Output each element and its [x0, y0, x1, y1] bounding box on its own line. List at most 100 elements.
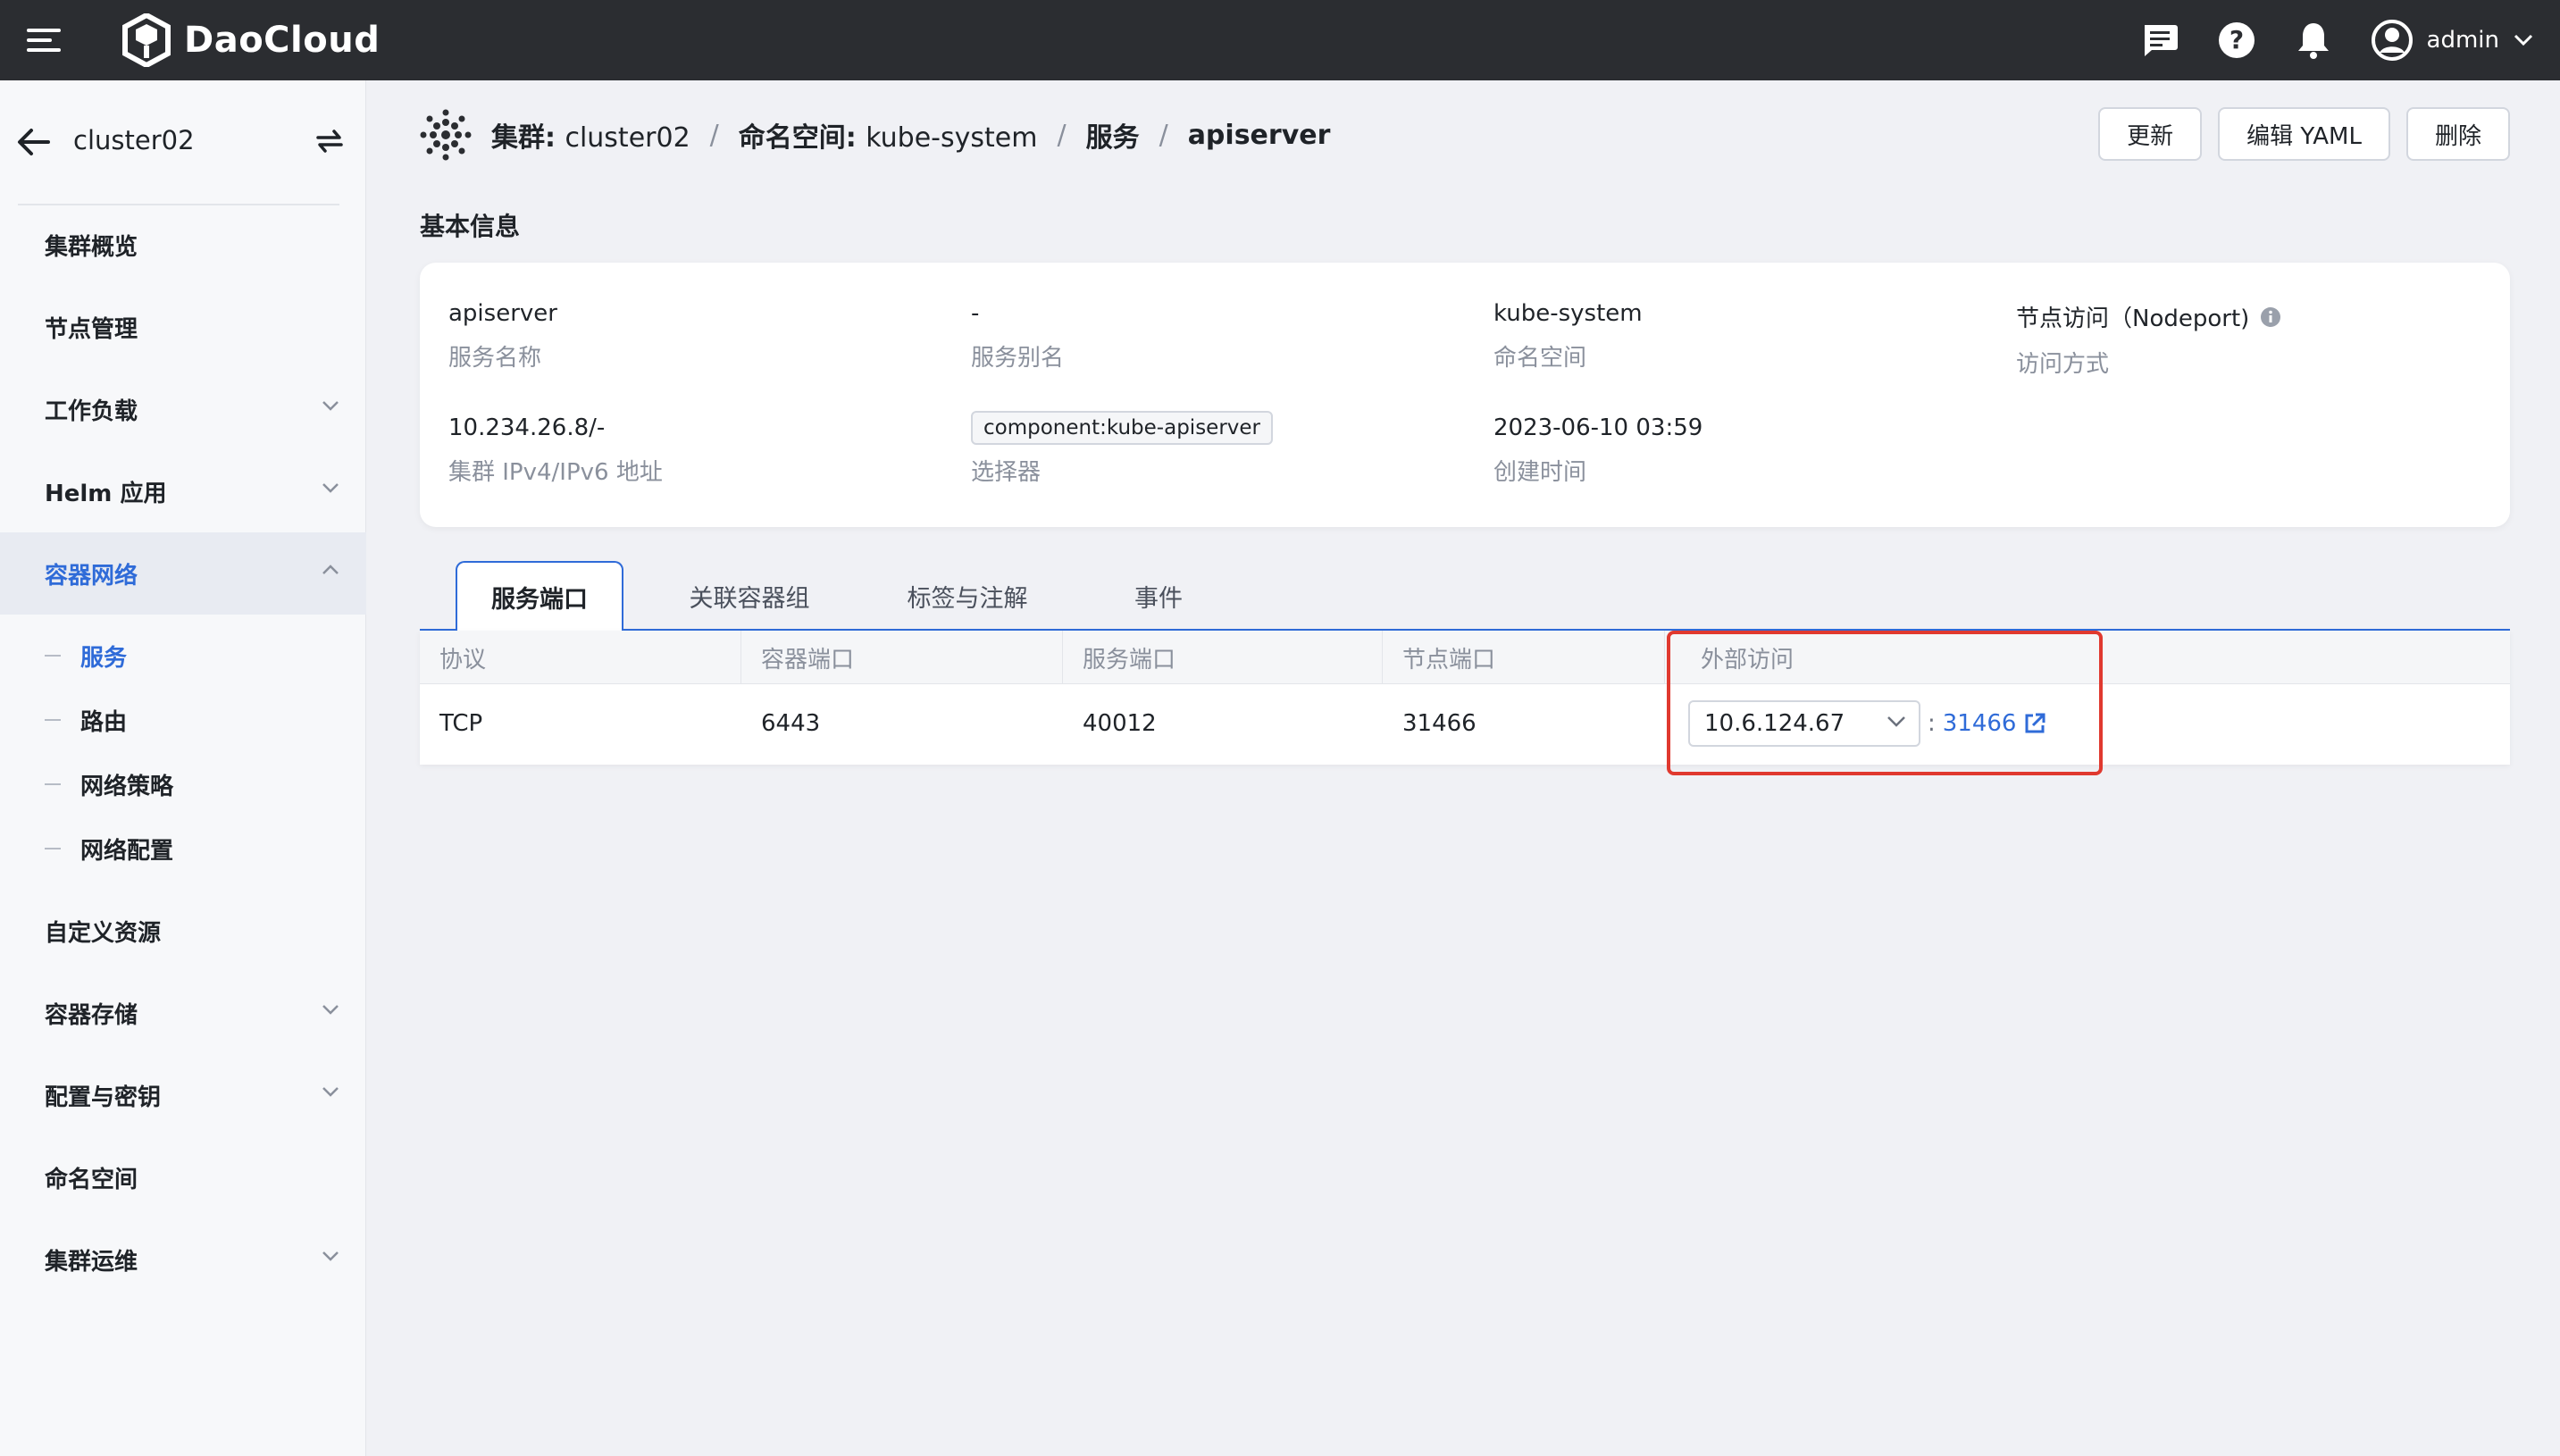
breadcrumb-cluster[interactable]: 集群: cluster02 — [491, 115, 690, 155]
sidebar-subitem-network-policies[interactable]: 网络策略 — [0, 752, 366, 816]
info-created-time: 2023-06-10 03:59 创建时间 — [1493, 414, 1994, 487]
sidebar-item-helm-apps[interactable]: Helm 应用 — [0, 450, 366, 532]
info-label: 命名空间 — [1493, 345, 1587, 372]
info-value: kube-system — [1493, 300, 1643, 327]
sidebar: cluster02 集群概览 节点管理 工作负载 Helm 应用 容器网络 服务… — [0, 80, 366, 1456]
sidebar-item-config-secrets[interactable]: 配置与密钥 — [0, 1054, 366, 1136]
info-label: 创建时间 — [1493, 459, 1587, 486]
external-port-link[interactable]: : 31466 — [1928, 710, 2046, 737]
info-service-alias: - 服务别名 — [971, 300, 1471, 372]
cell-container-port: 6443 — [761, 710, 821, 737]
detail-tabs: 服务端口 关联容器组 标签与注解 事件 — [420, 561, 2510, 632]
column-header: 外部访问 — [1701, 646, 1795, 674]
sidebar-subitem-services[interactable]: 服务 — [0, 623, 366, 688]
chevron-down-icon — [322, 1005, 339, 1015]
breadcrumb-cluster-value: cluster02 — [565, 122, 690, 154]
info-value: apiserver — [448, 300, 557, 327]
column-header: 节点端口 — [1383, 631, 1665, 684]
sidebar-subitem-label: 网络配置 — [80, 837, 174, 865]
breadcrumb-separator: / — [709, 119, 719, 151]
sidebar-subitem-network-config[interactable]: 网络配置 — [0, 816, 366, 881]
action-bar: 更新 编辑 YAML 删除 — [2098, 107, 2510, 161]
tab-labels-annotations[interactable]: 标签与注解 — [874, 561, 1061, 631]
chevron-down-icon — [1887, 716, 1905, 727]
sidebar-item-label: 命名空间 — [45, 1166, 138, 1193]
breadcrumb-separator: / — [1159, 119, 1168, 151]
service-icon — [420, 109, 472, 161]
breadcrumb-separator: / — [1057, 119, 1067, 151]
selector-tag: component:kube-apiserver — [971, 411, 1273, 445]
breadcrumb-namespace-value: kube-system — [866, 122, 1038, 154]
sidebar-subitem-routes[interactable]: 路由 — [0, 688, 366, 752]
switch-cluster-icon[interactable] — [314, 127, 345, 155]
user-menu[interactable]: admin — [2371, 20, 2533, 61]
sidebar-item-custom-resources[interactable]: 自定义资源 — [0, 890, 366, 972]
cell-protocol: TCP — [439, 710, 483, 737]
info-icon[interactable] — [2260, 306, 2281, 328]
sidebar-item-workloads[interactable]: 工作负载 — [0, 368, 366, 450]
external-port-value: 31466 — [1942, 710, 2017, 737]
sidebar-item-namespaces[interactable]: 命名空间 — [0, 1136, 366, 1218]
info-service-name: apiserver 服务名称 — [448, 300, 949, 372]
chevron-down-icon — [322, 1251, 339, 1261]
access-type-value: 节点访问（Nodeport) — [2016, 305, 2250, 332]
info-label: 选择器 — [971, 459, 1042, 486]
svg-text:?: ? — [2229, 25, 2243, 54]
chevron-down-icon — [2514, 34, 2533, 46]
tab-events[interactable]: 事件 — [1092, 561, 1226, 631]
chevron-down-icon — [322, 1087, 339, 1097]
message-icon[interactable] — [2141, 21, 2179, 59]
sidebar-subitem-label: 路由 — [80, 708, 128, 736]
breadcrumb-namespace-label: 命名空间: — [738, 122, 857, 154]
ports-table: 协议 容器端口 服务端口 节点端口 外部访问 TCP 6443 40012 31… — [420, 631, 2510, 765]
info-value: 2023-06-10 03:59 — [1493, 414, 1703, 441]
info-cluster-ip: 10.234.26.8/- 集群 IPv4/IPv6 地址 — [448, 414, 949, 487]
external-link-icon — [2025, 713, 2045, 733]
bell-icon[interactable] — [2295, 21, 2332, 59]
sidebar-item-node-management[interactable]: 节点管理 — [0, 286, 366, 368]
tab-related-pods[interactable]: 关联容器组 — [656, 561, 843, 631]
menu-icon[interactable] — [27, 21, 63, 59]
update-button[interactable]: 更新 — [2098, 107, 2203, 161]
column-header: 协议 — [420, 631, 741, 684]
info-label: 服务名称 — [448, 345, 542, 372]
basic-info-title: 基本信息 — [420, 212, 521, 241]
column-header: 服务端口 — [1063, 631, 1383, 684]
basic-info-card: apiserver 服务名称 - 服务别名 kube-system 命名空间 节… — [420, 263, 2510, 527]
sidebar-item-label: 自定义资源 — [45, 919, 162, 947]
sidebar-item-label: 配置与密钥 — [45, 1084, 162, 1111]
edit-yaml-button[interactable]: 编辑 YAML — [2218, 107, 2390, 161]
help-icon[interactable]: ? — [2218, 21, 2255, 59]
logo[interactable]: DaoCloud — [121, 9, 380, 71]
sidebar-item-label: 容器存储 — [45, 1001, 138, 1029]
cell-service-port: 40012 — [1083, 710, 1157, 737]
info-value: - — [971, 300, 980, 327]
column-header: 容器端口 — [741, 631, 1063, 684]
breadcrumb-namespace[interactable]: 命名空间: kube-system — [739, 115, 1038, 155]
chevron-down-icon — [322, 401, 339, 411]
info-value: 10.234.26.8/- — [448, 414, 606, 441]
tab-service-ports[interactable]: 服务端口 — [456, 561, 623, 632]
breadcrumb-cluster-label: 集群: — [491, 122, 556, 154]
breadcrumb-section[interactable]: 服务 — [1086, 115, 1140, 155]
sidebar-item-container-storage[interactable]: 容器存储 — [0, 972, 366, 1054]
cluster-header: cluster02 — [0, 80, 366, 204]
sidebar-item-cluster-overview[interactable]: 集群概览 — [0, 204, 366, 286]
top-bar: DaoCloud ? admin — [0, 0, 2560, 80]
breadcrumb: 集群: cluster02 / 命名空间: kube-system / 服务 /… — [420, 105, 1330, 164]
external-ip-select[interactable]: 10.6.124.67 — [1688, 700, 1920, 747]
delete-button[interactable]: 删除 — [2405, 107, 2510, 161]
port-separator: : — [1928, 710, 1936, 737]
sidebar-item-label: Helm 应用 — [45, 480, 167, 507]
chevron-down-icon — [322, 483, 339, 493]
user-name: admin — [2426, 27, 2499, 54]
sidebar-item-container-network[interactable]: 容器网络 — [0, 532, 366, 615]
back-arrow-icon[interactable] — [16, 127, 50, 157]
daocloud-logo-icon — [122, 13, 171, 67]
info-label: 服务别名 — [971, 345, 1065, 372]
info-label: 集群 IPv4/IPv6 地址 — [448, 459, 663, 486]
info-access-type: 节点访问（Nodeport) 访问方式 — [2016, 300, 2516, 379]
sidebar-item-label: 集群概览 — [45, 233, 138, 261]
table-header: 协议 容器端口 服务端口 节点端口 外部访问 — [420, 631, 2510, 684]
sidebar-item-cluster-ops[interactable]: 集群运维 — [0, 1218, 366, 1301]
